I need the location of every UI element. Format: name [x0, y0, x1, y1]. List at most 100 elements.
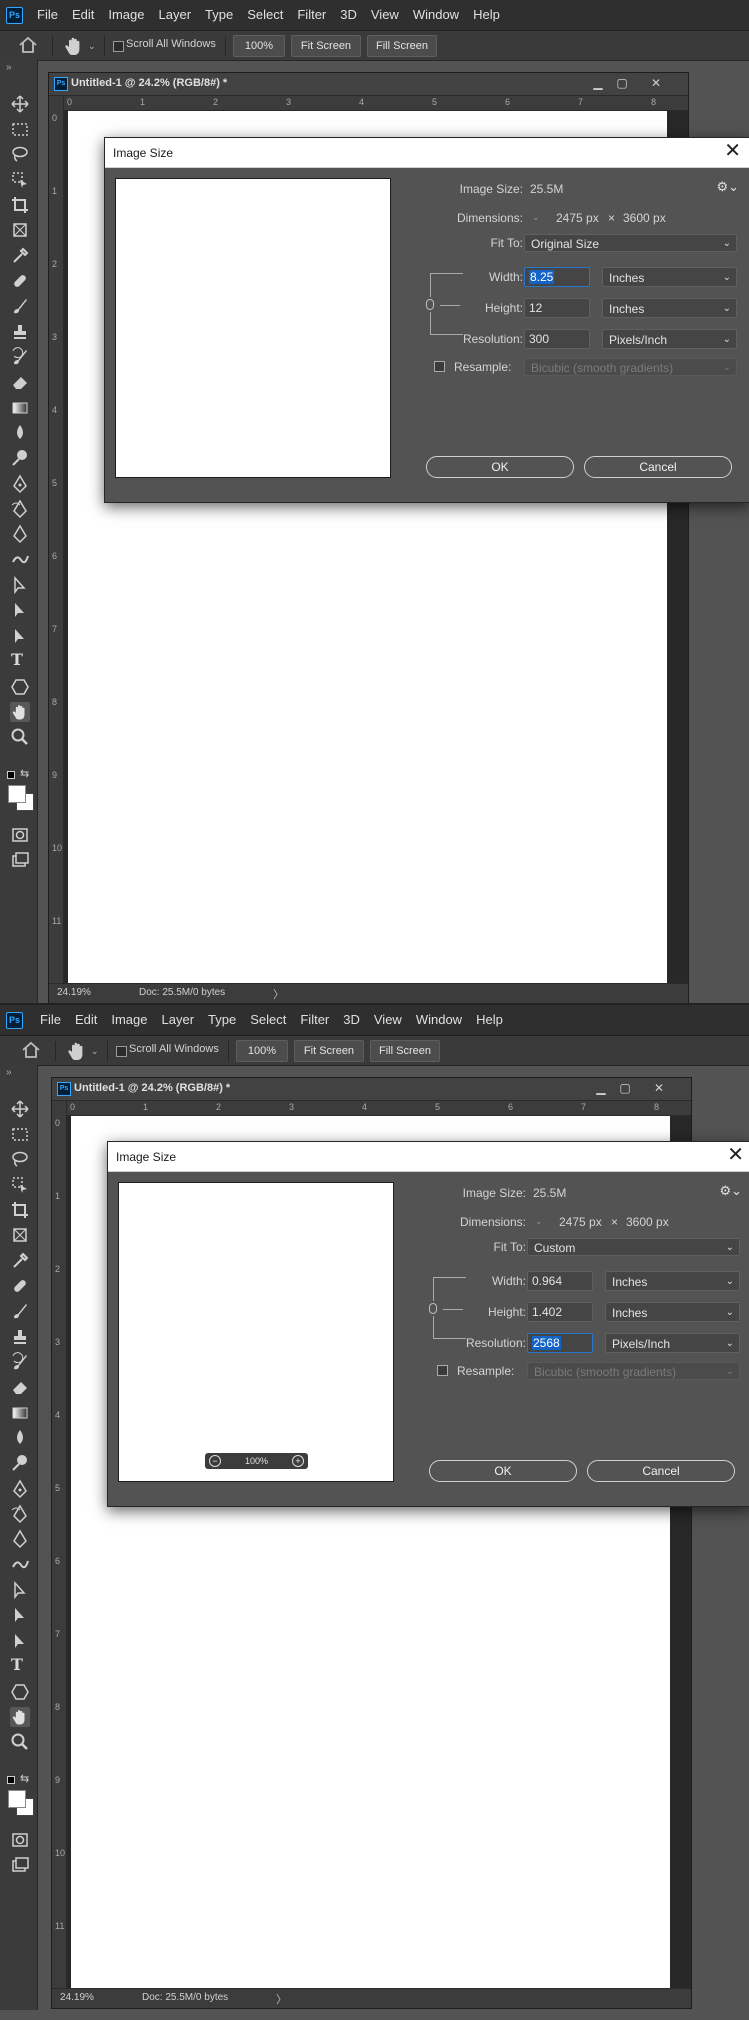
minimize-icon[interactable]: ▁ — [590, 76, 606, 90]
eraser-tool-icon[interactable] — [10, 1377, 30, 1397]
menu-filter[interactable]: Filter — [293, 1005, 336, 1035]
direct-selection-tool-icon[interactable] — [10, 600, 30, 620]
horizontal-ruler[interactable]: 0 1 2 3 4 5 6 7 8 — [63, 96, 688, 111]
document-tab[interactable]: Ps Untitled-1 @ 24.2% (RGB/8#) * ▁ ▢ ✕ — [49, 73, 688, 96]
menu-3d[interactable]: 3D — [336, 1005, 367, 1035]
path-selection-tool-icon[interactable] — [10, 1580, 30, 1600]
ok-button[interactable]: OK — [429, 1460, 577, 1482]
width-unit-dropdown[interactable]: Inches ⌄ — [602, 267, 737, 287]
zoom-in-icon[interactable]: + — [292, 1455, 304, 1467]
type-tool-icon[interactable]: T — [11, 1655, 23, 1674]
object-selection-tool-icon[interactable] — [10, 1175, 30, 1195]
curvature-pen-tool-icon[interactable] — [10, 1504, 30, 1524]
vertical-ruler[interactable]: 0 1 2 3 4 5 6 7 8 9 10 11 — [49, 96, 64, 984]
content-aware-tracing-tool-icon[interactable] — [10, 550, 30, 570]
vertical-ruler[interactable]: 0 1 2 3 4 5 6 7 8 9 10 11 — [52, 1101, 67, 1989]
freeform-pen-tool-icon[interactable] — [10, 1529, 30, 1549]
link-chain-icon[interactable] — [426, 299, 434, 310]
lasso-tool-icon[interactable] — [10, 144, 30, 164]
link-chain-icon[interactable] — [429, 1303, 437, 1314]
menu-window[interactable]: Window — [406, 0, 466, 30]
menu-view[interactable]: View — [364, 0, 406, 30]
move-tool-icon[interactable] — [10, 1099, 30, 1119]
healing-brush-tool-icon[interactable] — [10, 1276, 30, 1296]
gear-icon[interactable]: ⚙⌄ — [719, 1183, 742, 1199]
dimensions-unit-dropdown-icon[interactable]: ⌄ — [532, 212, 540, 223]
marquee-tool-icon[interactable] — [10, 119, 30, 139]
crop-tool-icon[interactable] — [10, 195, 30, 215]
menu-help[interactable]: Help — [469, 1005, 510, 1035]
menu-file[interactable]: File — [30, 0, 65, 30]
move-tool-icon[interactable] — [10, 94, 30, 114]
gradient-tool-icon[interactable] — [10, 398, 30, 418]
menu-edit[interactable]: Edit — [68, 1005, 104, 1035]
marquee-tool-icon[interactable] — [10, 1124, 30, 1144]
brush-tool-icon[interactable] — [10, 1301, 30, 1321]
home-icon[interactable] — [18, 36, 38, 54]
content-aware-tracing-tool-icon[interactable] — [10, 1555, 30, 1575]
path-arrow-tool-icon[interactable] — [10, 626, 30, 646]
lasso-tool-icon[interactable] — [10, 1149, 30, 1169]
fit-to-dropdown[interactable]: Custom ⌄ — [527, 1238, 740, 1256]
scroll-all-windows-checkbox[interactable] — [113, 41, 124, 52]
frame-tool-icon[interactable] — [10, 1225, 30, 1245]
preview-pane[interactable]: − 100% + — [118, 1182, 394, 1482]
width-unit-dropdown[interactable]: Inches ⌄ — [605, 1271, 740, 1291]
frame-tool-icon[interactable] — [10, 220, 30, 240]
close-icon[interactable]: ✕ — [727, 1145, 744, 1165]
menu-window[interactable]: Window — [409, 1005, 469, 1035]
brush-tool-icon[interactable] — [10, 296, 30, 316]
menu-select[interactable]: Select — [240, 0, 290, 30]
quick-mask-icon[interactable] — [10, 825, 30, 845]
minimize-icon[interactable]: ▁ — [593, 1081, 609, 1095]
ok-button[interactable]: OK — [426, 456, 574, 478]
zoom-tool-icon[interactable] — [10, 1732, 30, 1752]
height-unit-dropdown[interactable]: Inches ⌄ — [602, 298, 737, 318]
chevron-right-icon[interactable]: 〉 — [276, 1991, 287, 2007]
hand-tool-icon[interactable] — [10, 702, 30, 722]
menu-select[interactable]: Select — [243, 1005, 293, 1035]
default-colors-icon[interactable] — [7, 1776, 15, 1784]
zoom-tool-icon[interactable] — [10, 727, 30, 747]
width-input[interactable]: 0.964 — [527, 1271, 593, 1291]
chevron-down-icon[interactable]: ⌄ — [91, 1046, 99, 1057]
preview-pane[interactable] — [115, 178, 391, 478]
clone-stamp-tool-icon[interactable] — [10, 1327, 30, 1347]
crop-tool-icon[interactable] — [10, 1200, 30, 1220]
zoom-100-button[interactable]: 100% — [236, 1040, 288, 1062]
menu-3d[interactable]: 3D — [333, 0, 364, 30]
home-icon[interactable] — [21, 1041, 41, 1059]
clone-stamp-tool-icon[interactable] — [10, 322, 30, 342]
resample-method-dropdown[interactable]: Bicubic (smooth gradients) ⌄ — [527, 1362, 740, 1380]
menu-layer[interactable]: Layer — [155, 1005, 202, 1035]
history-brush-tool-icon[interactable] — [10, 347, 30, 367]
menu-image[interactable]: Image — [104, 1005, 154, 1035]
close-icon[interactable]: ✕ — [648, 76, 664, 90]
chevron-down-icon[interactable]: ⌄ — [88, 41, 96, 52]
path-arrow-tool-icon[interactable] — [10, 1631, 30, 1651]
foreground-color-swatch[interactable] — [8, 785, 26, 803]
height-input[interactable]: 1.402 — [527, 1302, 593, 1322]
blur-tool-icon[interactable] — [10, 1428, 30, 1448]
cancel-button[interactable]: Cancel — [587, 1460, 735, 1482]
swap-colors-icon[interactable]: ⇆ — [20, 1772, 32, 1785]
chevron-right-icon[interactable]: 〉 — [273, 986, 284, 1002]
eyedropper-tool-icon[interactable] — [10, 1251, 30, 1271]
horizontal-ruler[interactable]: 0 1 2 3 4 5 6 7 8 — [66, 1101, 691, 1116]
type-tool-icon[interactable]: T — [11, 650, 23, 669]
status-zoom[interactable]: 24.19% — [60, 1992, 94, 2003]
dodge-tool-icon[interactable] — [10, 448, 30, 468]
maximize-icon[interactable]: ▢ — [617, 1081, 633, 1095]
resample-checkbox[interactable] — [437, 1365, 448, 1376]
blur-tool-icon[interactable] — [10, 423, 30, 443]
menu-type[interactable]: Type — [201, 1005, 243, 1035]
screen-mode-icon[interactable] — [10, 1855, 30, 1875]
pen-tool-icon[interactable] — [10, 474, 30, 494]
resolution-input[interactable]: 2568 — [527, 1333, 593, 1353]
screen-mode-icon[interactable] — [10, 850, 30, 870]
shape-tool-icon[interactable] — [10, 677, 30, 697]
fill-screen-button[interactable]: Fill Screen — [370, 1040, 440, 1062]
dodge-tool-icon[interactable] — [10, 1453, 30, 1473]
fit-screen-button[interactable]: Fit Screen — [291, 35, 361, 57]
healing-brush-tool-icon[interactable] — [10, 271, 30, 291]
